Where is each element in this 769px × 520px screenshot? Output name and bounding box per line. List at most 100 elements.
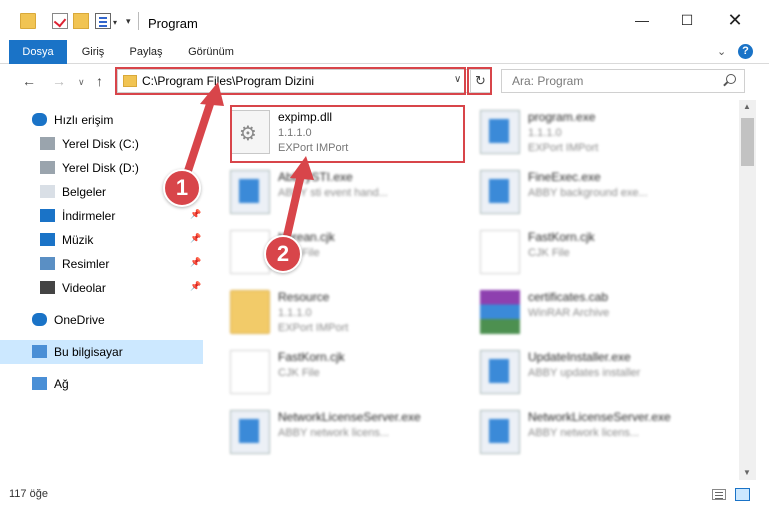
file-name: NetworkLicenseServer.exe bbox=[278, 410, 421, 424]
pin-icon[interactable]: 📌 bbox=[190, 233, 201, 244]
close-button[interactable]: ✕ bbox=[720, 8, 750, 32]
file-item[interactable]: NetworkLicenseServer.exe ABBY network lic… bbox=[218, 402, 458, 462]
properties-check-icon[interactable] bbox=[52, 13, 68, 29]
file-item[interactable]: certificates.cab WinRAR Archive bbox=[468, 282, 708, 342]
pin-icon[interactable]: 📌 bbox=[190, 281, 201, 292]
file-item[interactable]: Resource 1.1.1.0 EXPort IMPort bbox=[218, 282, 458, 342]
tab-share[interactable]: Paylaş bbox=[128, 40, 164, 64]
minimize-button[interactable]: — bbox=[627, 8, 657, 32]
drive-icon bbox=[40, 161, 55, 174]
sidebar-item-label: Ağ bbox=[54, 377, 69, 391]
scroll-thumb[interactable] bbox=[741, 118, 754, 166]
status-bar: 117 öğe bbox=[0, 482, 769, 506]
app-icon bbox=[480, 410, 520, 454]
sidebar-item-label: Hızlı erişim bbox=[54, 113, 114, 127]
forward-button[interactable]: → bbox=[52, 73, 66, 89]
app-icon bbox=[230, 410, 270, 454]
file-item[interactable]: FineExec.exe ABBY background exe... bbox=[468, 162, 708, 222]
file-detail: ABBY background exe... bbox=[528, 187, 648, 199]
file-item[interactable]: Korean.cjkCJK File bbox=[218, 222, 458, 282]
search-input[interactable]: Ara: Program bbox=[501, 69, 745, 93]
sidebar-item-label: Resimler bbox=[62, 257, 110, 271]
folder-icon bbox=[230, 290, 270, 334]
sidebar-item-label: Yerel Disk (D:) bbox=[62, 161, 139, 175]
file-item[interactable]: FastKorn.cjk CJK File bbox=[468, 222, 708, 282]
network-icon bbox=[32, 377, 47, 390]
recent-locations-button[interactable]: ∨ bbox=[78, 77, 85, 88]
details-view-icon[interactable] bbox=[712, 489, 726, 500]
file-description: EXPort IMPort bbox=[528, 142, 599, 154]
tab-file[interactable]: Dosya bbox=[9, 40, 67, 64]
list-properties-icon[interactable] bbox=[95, 13, 111, 29]
sidebar-item-label: Müzik bbox=[62, 233, 94, 247]
documents-icon bbox=[40, 185, 55, 198]
file-name: FastKorn.cjk bbox=[528, 230, 595, 244]
app-icon bbox=[230, 170, 270, 214]
sidebar-item-label: Belgeler bbox=[62, 185, 107, 199]
title-bar: ▾ ▾ Program — ☐ ✕ bbox=[0, 0, 769, 40]
file-item[interactable]: NetworkLicenseServer.exe ABBY network lic… bbox=[468, 402, 708, 462]
file-item[interactable]: program.exe 1.1.1.0 EXPort IMPort bbox=[468, 102, 708, 162]
sidebar-item[interactable]: Ağ bbox=[0, 372, 203, 396]
file-name: Resource bbox=[278, 290, 330, 304]
rar-icon bbox=[480, 290, 520, 334]
file-name: NetworkLicenseServer.exe bbox=[528, 410, 671, 424]
ribbon-collapse-icon[interactable]: ⌄ bbox=[717, 45, 726, 58]
pin-icon[interactable]: 📌 bbox=[190, 209, 201, 220]
sidebar-item-label: Bu bilgisayar bbox=[54, 345, 123, 359]
app-icon bbox=[480, 350, 520, 394]
file-highlight-box bbox=[230, 105, 465, 163]
file-detail: WinRAR Archive bbox=[528, 307, 610, 319]
back-button[interactable]: ← bbox=[22, 73, 36, 89]
item-count: 117 öğe bbox=[9, 488, 48, 500]
sidebar-item[interactable]: Bu bilgisayar bbox=[0, 340, 203, 364]
navigation-bar: ← → ∨ ↑ C:\Program Files\Program Dizini … bbox=[0, 64, 769, 100]
tiles-view-icon[interactable] bbox=[735, 488, 750, 501]
sidebar-item-label: OneDrive bbox=[54, 313, 105, 327]
help-icon[interactable]: ? bbox=[738, 44, 753, 59]
navigation-pane: Hızlı erişim Yerel Disk (C:) Yerel Disk (D… bbox=[0, 100, 203, 480]
vertical-scrollbar[interactable]: ▲ ▼ bbox=[739, 100, 756, 480]
sidebar-item[interactable]: İndirmeler 📌 bbox=[0, 204, 203, 228]
file-detail: ABBY updates installer bbox=[528, 367, 641, 379]
maximize-button[interactable]: ☐ bbox=[672, 8, 702, 32]
file-detail: 1.1.1.0 bbox=[528, 127, 562, 139]
tab-home[interactable]: Giriş bbox=[78, 40, 108, 64]
document-icon bbox=[230, 350, 270, 394]
file-name: certificates.cab bbox=[528, 290, 609, 304]
sidebar-item[interactable]: Müzik 📌 bbox=[0, 228, 203, 252]
sidebar-item[interactable]: Hızlı erişim bbox=[0, 108, 203, 132]
sidebar-item[interactable]: Yerel Disk (C:) bbox=[0, 132, 203, 156]
folder-icon[interactable] bbox=[20, 13, 36, 29]
app-icon bbox=[480, 170, 520, 214]
up-button[interactable]: ↑ bbox=[96, 73, 103, 89]
new-folder-icon[interactable] bbox=[73, 13, 89, 29]
file-name: FineExec.exe bbox=[528, 170, 601, 184]
sidebar-item[interactable]: OneDrive bbox=[0, 308, 203, 332]
file-detail: CJK File bbox=[528, 247, 570, 259]
title-separator bbox=[138, 12, 139, 30]
file-name: UpdateInstaller.exe bbox=[528, 350, 631, 364]
customize-toolbar-icon[interactable]: ▾ bbox=[126, 16, 131, 27]
sidebar-item[interactable]: Resimler 📌 bbox=[0, 252, 203, 276]
scroll-up-icon[interactable]: ▲ bbox=[743, 102, 751, 111]
computer-icon bbox=[32, 345, 47, 358]
file-detail: CJK File bbox=[278, 367, 320, 379]
sidebar-item-label: İndirmeler bbox=[62, 209, 116, 223]
file-item[interactable]: UpdateInstaller.exe ABBY updates installe… bbox=[468, 342, 708, 402]
file-detail: ABBY network licens... bbox=[528, 427, 640, 439]
pin-icon[interactable]: 📌 bbox=[190, 257, 201, 268]
address-highlight-box bbox=[115, 67, 466, 95]
file-detail: ABBY sti event hand... bbox=[278, 187, 388, 199]
file-detail: 1.1.1.0 bbox=[278, 307, 312, 319]
chevron-down-icon[interactable]: ▾ bbox=[113, 18, 117, 27]
file-item[interactable]: AbbyySTI.exe ABBY sti event hand... bbox=[218, 162, 458, 222]
sidebar-item[interactable]: Videolar 📌 bbox=[0, 276, 203, 300]
search-placeholder: Ara: Program bbox=[512, 74, 584, 88]
search-icon[interactable] bbox=[726, 74, 736, 84]
scroll-down-icon[interactable]: ▼ bbox=[743, 468, 751, 477]
tab-view[interactable]: Görünüm bbox=[186, 40, 236, 64]
file-item[interactable]: FastKorn.cjk CJK File bbox=[218, 342, 458, 402]
download-icon bbox=[40, 209, 55, 222]
file-name: AbbyySTI.exe bbox=[278, 170, 353, 184]
